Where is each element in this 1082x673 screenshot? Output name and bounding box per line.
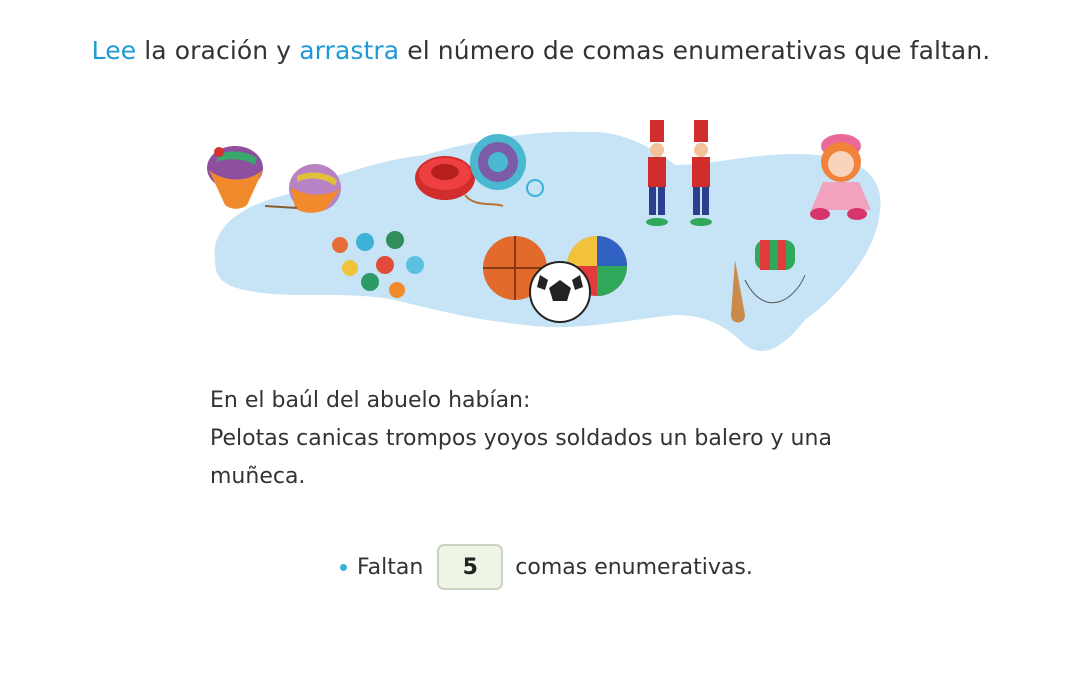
instruction-keyword-drag: arrastra (299, 36, 400, 65)
answer-prefix: Faltan (357, 554, 424, 580)
answer-drop-box[interactable]: 5 (437, 544, 504, 590)
instruction-text: Lee la oración y arrastra el número de c… (0, 36, 1082, 65)
instruction-segment: el número de comas enumerativas que falt… (399, 36, 991, 65)
instruction-segment: la oración y (136, 36, 300, 65)
toys-illustration (207, 120, 881, 351)
answer-value[interactable]: 5 (463, 555, 478, 580)
sentence-text: En el baúl del abuelo habían: Pelotas ca… (210, 382, 870, 496)
spinning-top-icon (207, 146, 263, 209)
answer-row: Faltan 5 comas enumerativas. (340, 542, 753, 592)
bullet-icon (340, 563, 347, 571)
soccer-ball-icon (529, 261, 591, 323)
sentence-line-2: Pelotas canicas trompos yoyos soldados u… (210, 426, 832, 489)
instruction-keyword-read: Lee (91, 36, 137, 65)
answer-suffix: comas enumerativas. (515, 554, 753, 580)
sentence-line-1: En el baúl del abuelo habían: (210, 388, 531, 413)
